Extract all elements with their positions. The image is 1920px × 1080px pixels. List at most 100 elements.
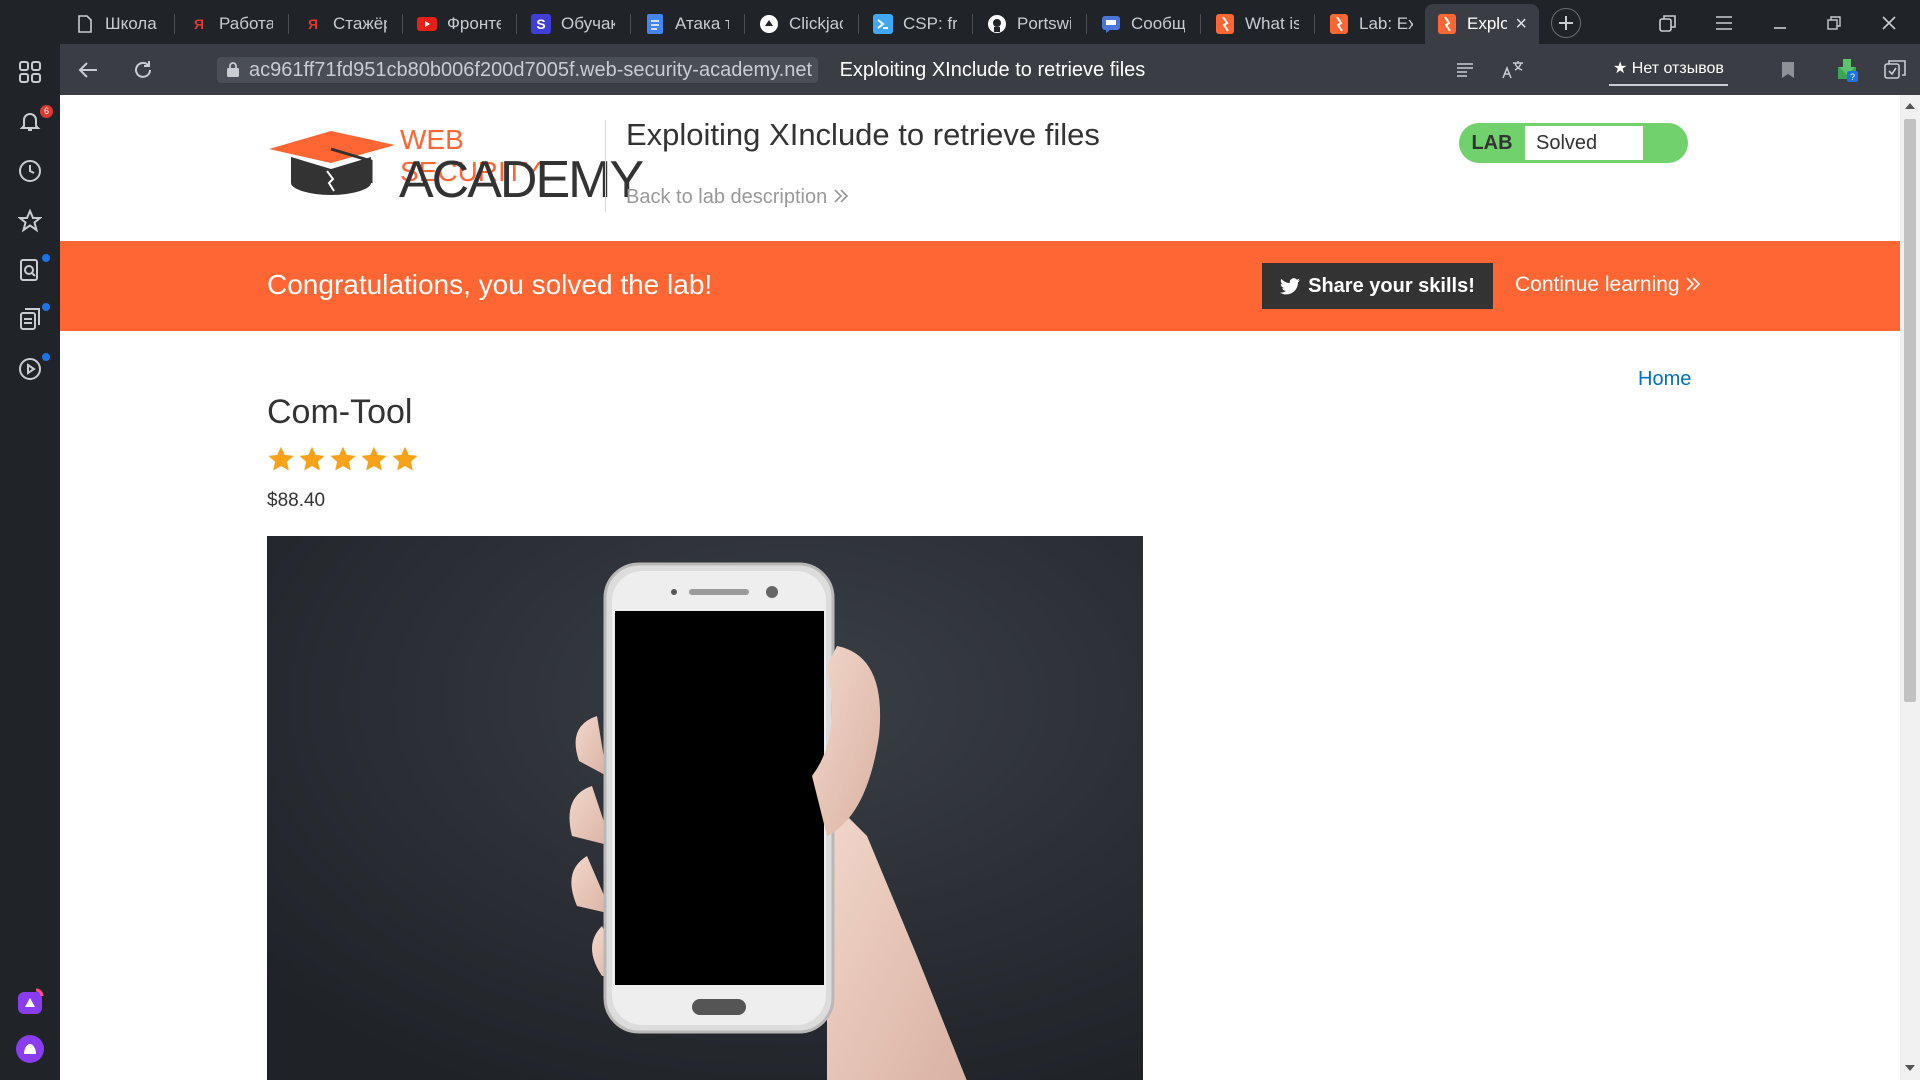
tab[interactable]: Атака т — [633, 4, 741, 44]
tab-title: Атака т — [675, 14, 729, 33]
tab[interactable]: Сообщ — [1089, 4, 1197, 44]
browser-sidebar: 6 — [0, 0, 60, 1080]
lock-icon[interactable] — [227, 62, 239, 77]
congratulations-message: Congratulations, you solved the lab! — [267, 269, 713, 300]
stepik-icon: S — [531, 14, 551, 34]
update-dot — [42, 303, 50, 311]
portswigger-icon — [1437, 14, 1457, 34]
address-bar: ac961ff71fd951cb80b006f200d7005f.web-sec… — [60, 44, 1920, 95]
continue-learning-link[interactable]: Continue learning — [1515, 273, 1701, 297]
page-scrollbar[interactable] — [1900, 95, 1920, 1080]
star-icon: ★ — [1613, 60, 1628, 77]
tab[interactable]: CSP: fra — [861, 4, 969, 44]
lab-status-widget: LAB Solved — [1459, 123, 1688, 163]
product-rating — [267, 445, 422, 475]
tab[interactable]: Школа — [63, 4, 171, 44]
tab-title: Работа — [219, 14, 273, 33]
apps-grid-icon[interactable] — [14, 56, 46, 88]
tabs-overview-icon[interactable] — [1653, 8, 1683, 38]
tab-strip: Школа Я Работа Я Стажёр Фронте S Обучак … — [0, 0, 1920, 44]
back-arrow-icon[interactable] — [72, 54, 104, 86]
notifications-bell-icon[interactable]: 6 — [14, 105, 53, 137]
reviews-label: Нет отзывов — [1631, 60, 1724, 77]
tab[interactable]: S Обучак — [519, 4, 627, 44]
tab-title: Стажёр — [333, 14, 387, 33]
youtube-icon — [417, 14, 437, 34]
tab-title: Сообщ — [1131, 14, 1185, 33]
twitter-icon — [1280, 277, 1301, 294]
video-play-icon[interactable] — [14, 353, 50, 385]
tab[interactable]: Clickjacl — [747, 4, 855, 44]
lab-title: Exploiting XInclude to retrieve files — [626, 117, 1100, 152]
collections-search-icon[interactable] — [14, 254, 50, 286]
graduation-cap-icon — [269, 131, 395, 195]
yandex-icon: Я — [307, 16, 319, 32]
update-dot — [42, 254, 50, 262]
close-window-icon[interactable] — [1874, 8, 1904, 38]
scrollbar-thumb[interactable] — [1904, 119, 1916, 702]
reader-mode-icon[interactable] — [1449, 54, 1481, 86]
translate-icon[interactable] — [1497, 54, 1529, 86]
star-icon — [330, 446, 356, 471]
share-skills-label: Share your skills! — [1308, 274, 1475, 297]
star-icon — [392, 446, 418, 471]
github-icon — [987, 14, 1007, 34]
tab-title: Clickjacl — [789, 14, 843, 33]
tab-active[interactable]: Explo × — [1425, 4, 1539, 44]
web-security-academy-logo[interactable]: WEB SECURITY ACADEMY — [267, 124, 644, 209]
extension-download-icon[interactable]: ? — [1831, 54, 1863, 86]
history-clock-icon[interactable] — [14, 155, 46, 187]
tab[interactable]: Lab: Exp — [1317, 4, 1425, 44]
yandex-icon: Я — [193, 16, 205, 32]
scroll-up-arrow-icon[interactable] — [1905, 103, 1915, 109]
menu-hamburger-icon[interactable] — [1709, 8, 1739, 38]
alice-app-icon[interactable] — [14, 986, 46, 1018]
bookmark-icon[interactable] — [1772, 54, 1804, 86]
web-page: WEB SECURITY ACADEMY Exploiting XInclude… — [60, 95, 1900, 1080]
tab-title: Школа — [105, 14, 157, 33]
tab[interactable]: What is — [1203, 4, 1311, 44]
home-link[interactable]: Home — [1638, 368, 1691, 391]
minimize-icon[interactable] — [1765, 8, 1795, 38]
reload-icon[interactable] — [127, 54, 159, 86]
tab-title: Lab: Exp — [1359, 14, 1413, 33]
reviews-button[interactable]: ★ Нет отзывов — [1609, 52, 1728, 86]
tab[interactable]: Фронте — [405, 4, 513, 44]
docs-icon — [645, 14, 665, 34]
tab[interactable]: Я Стажёр — [291, 4, 399, 44]
portswigger-icon — [1329, 14, 1349, 34]
bookmarks-star-icon[interactable] — [14, 205, 46, 237]
url-field[interactable]: ac961ff71fd951cb80b006f200d7005f.web-sec… — [217, 57, 1145, 83]
collections-icon[interactable] — [1879, 54, 1911, 86]
tab[interactable]: Я Работа — [177, 4, 285, 44]
update-dot — [42, 353, 50, 361]
star-icon — [268, 446, 294, 471]
close-tab-icon[interactable]: × — [1515, 13, 1527, 36]
star-icon — [299, 446, 325, 471]
alice-assistant-icon[interactable] — [14, 1033, 46, 1065]
new-tab-button[interactable] — [1551, 8, 1581, 38]
document-icon — [75, 14, 95, 34]
back-to-lab-description-link[interactable]: Back to lab description — [626, 186, 849, 209]
tab-title: Обучак — [561, 14, 615, 33]
star-icon — [361, 446, 387, 471]
notifications-badge: 6 — [40, 105, 53, 118]
tab-title: Portswic — [1017, 14, 1071, 33]
header-divider — [605, 120, 606, 212]
news-icon[interactable] — [14, 303, 50, 335]
product-image — [267, 536, 1143, 1080]
share-skills-button[interactable]: Share your skills! — [1262, 263, 1493, 309]
tab[interactable]: Portswic — [975, 4, 1083, 44]
svg-text:?: ? — [1850, 72, 1855, 82]
double-chevron-right-icon — [834, 189, 848, 203]
product-price: $88.40 — [267, 490, 326, 511]
restore-window-icon[interactable] — [1819, 8, 1849, 38]
clickjack-icon — [759, 14, 779, 34]
lab-status-tag: LAB — [1471, 132, 1513, 154]
scroll-down-arrow-icon[interactable] — [1905, 1065, 1915, 1071]
tab-title: Фронте — [447, 14, 501, 33]
lab-status-value: Solved — [1525, 126, 1643, 160]
tab-title: What is — [1245, 14, 1299, 33]
double-chevron-right-icon — [1686, 277, 1701, 291]
tab-title: CSP: fra — [903, 14, 957, 33]
